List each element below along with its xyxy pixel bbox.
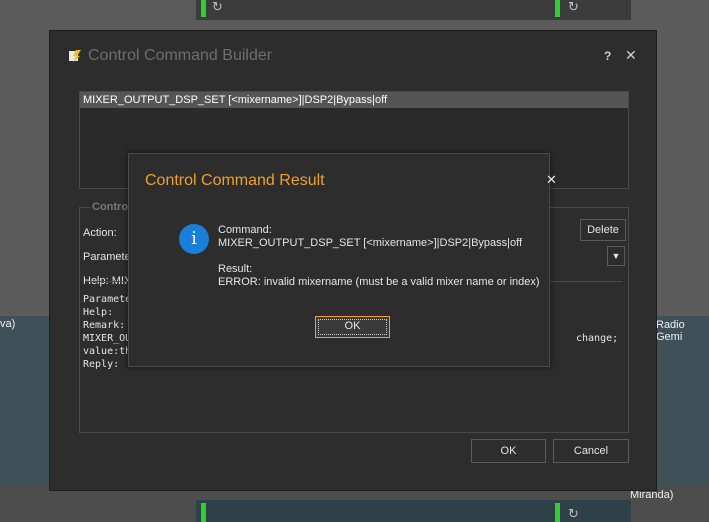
detail-line: Reply: (83, 359, 120, 370)
focus-outline (318, 319, 387, 335)
result-ok-button[interactable]: OK (315, 316, 390, 338)
result-close-button[interactable]: ✕ (546, 172, 557, 188)
control-group-legend: Contro (90, 201, 131, 213)
background-inner-panel (196, 0, 631, 20)
detail-line: MIXER_OU (83, 333, 132, 344)
refresh-icon[interactable]: ↻ (568, 0, 579, 14)
command-label: Command: (218, 224, 272, 236)
builder-close-button[interactable]: ✕ (625, 47, 637, 64)
command-detail-text: Paramete Help: Remark: MIXER_OU value:th… (83, 293, 131, 371)
detail-text-right: change; (576, 333, 619, 344)
command-value: MIXER_OUTPUT_DSP_SET [<mixername>]|DSP2|… (218, 237, 523, 249)
background-label-right: Radio Gemi (656, 319, 685, 343)
parameter-label: Paramete (83, 251, 131, 263)
status-bar-left-bottom (201, 503, 206, 522)
control-command-result-dialog: Control Command Result ✕ i Command: MIXE… (128, 153, 557, 367)
status-bar-right-bottom (555, 503, 560, 522)
background-bottom-inner (196, 500, 631, 522)
refresh-icon[interactable]: ↻ (568, 507, 579, 521)
parameter-dropdown-arrow-icon[interactable]: ▼ (607, 246, 625, 266)
delete-button[interactable]: Delete (580, 219, 626, 241)
detail-line: Paramete (83, 294, 132, 305)
help-button[interactable]: ? (604, 49, 611, 63)
background-label-left: va) (0, 318, 16, 330)
status-bar-right-top (555, 0, 560, 17)
status-bar-left-top (201, 0, 206, 17)
command-list-item[interactable]: MIXER_OUTPUT_DSP_SET [<mixername>]|DSP2|… (80, 92, 628, 108)
refresh-icon[interactable]: ↻ (212, 0, 223, 14)
result-title: Control Command Result (145, 172, 325, 189)
action-label: Action: (83, 227, 117, 239)
app-logo-icon (69, 50, 81, 62)
builder-ok-button[interactable]: OK (471, 439, 546, 463)
builder-title: Control Command Builder (88, 47, 273, 64)
info-icon: i (179, 224, 209, 254)
detail-line: Help: (83, 307, 114, 318)
detail-line: Remark: (83, 320, 126, 331)
builder-cancel-button[interactable]: Cancel (553, 439, 629, 463)
result-value: ERROR: invalid mixername (must be a vali… (218, 276, 540, 288)
detail-line: value:th (83, 346, 132, 357)
result-label: Result: (218, 263, 253, 275)
